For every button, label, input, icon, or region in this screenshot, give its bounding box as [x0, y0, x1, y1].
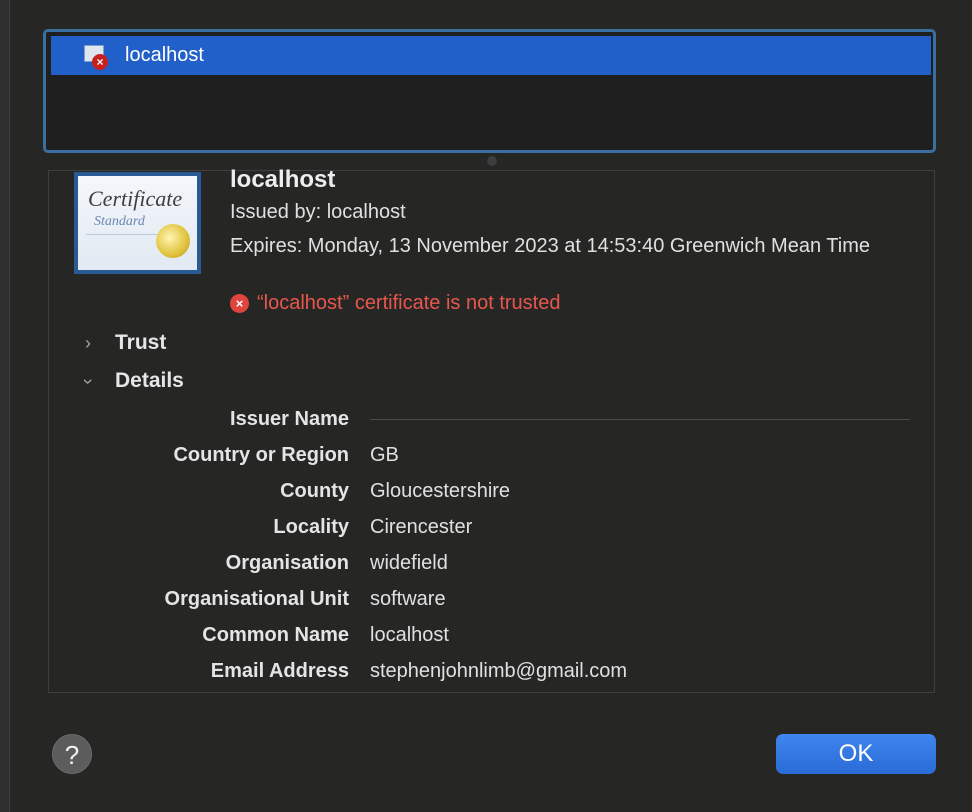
certificate-image: Certificate Standard [74, 172, 201, 274]
expires: Expires: Monday, 13 November 2023 at 14:… [230, 235, 870, 257]
error-icon: × [230, 294, 249, 313]
detail-key: Organisational Unit [164, 588, 349, 610]
certificate-seal-icon [156, 224, 190, 258]
certificate-error-icon: × [84, 44, 108, 70]
ok-button[interactable]: OK [776, 734, 936, 774]
details-section-toggle[interactable]: › Details [78, 369, 184, 393]
issuer-name-heading-row: Issuer Name [0, 408, 972, 438]
help-button[interactable]: ? [52, 734, 92, 774]
detail-row: Organisational Unit software [0, 588, 972, 618]
trust-section-toggle[interactable]: › Trust [78, 331, 166, 355]
trust-warning-text: “localhost” certificate is not trusted [257, 292, 561, 314]
detail-key: Country or Region [173, 444, 349, 466]
trust-warning: × “localhost” certificate is not trusted [230, 292, 560, 315]
certificate-list-item-label: localhost [125, 44, 204, 66]
divider [370, 419, 910, 420]
certificate-image-subtitle: Standard [94, 214, 145, 229]
detail-value: stephenjohnlimb@gmail.com [370, 660, 628, 682]
detail-value: GB [370, 444, 399, 466]
detail-key: Common Name [202, 624, 349, 646]
detail-value: localhost [370, 624, 449, 646]
splitter-handle[interactable] [487, 156, 497, 166]
detail-value: widefield [370, 552, 448, 574]
detail-key: Email Address [210, 660, 349, 682]
detail-row: Common Name localhost [0, 624, 972, 654]
detail-key: Locality [273, 516, 349, 538]
certificate-title: localhost [230, 166, 336, 193]
detail-value: software [370, 588, 446, 610]
issued-by: Issued by: localhost [230, 201, 406, 223]
certificate-image-title: Certificate [88, 186, 183, 211]
detail-row: Organisation widefield [0, 552, 972, 582]
trust-section-label: Trust [115, 331, 167, 354]
detail-row: County Gloucestershire [0, 480, 972, 510]
detail-row: Locality Cirencester [0, 516, 972, 546]
detail-row: Country or Region GB [0, 444, 972, 474]
detail-row: Email Address stephenjohnlimb@gmail.com [0, 660, 972, 690]
certificate-list[interactable]: × localhost [43, 29, 936, 153]
dialog-border [9, 0, 10, 812]
chevron-right-icon: › [85, 332, 91, 353]
chevron-down-icon: › [78, 378, 99, 384]
detail-key: County [280, 480, 349, 502]
detail-value: Gloucestershire [370, 480, 511, 502]
details-section-label: Details [115, 369, 184, 392]
detail-key: Organisation [225, 552, 349, 574]
detail-value: Cirencester [370, 516, 473, 538]
issuer-name-heading: Issuer Name [230, 408, 349, 430]
certificate-list-item[interactable]: × localhost [51, 36, 931, 75]
